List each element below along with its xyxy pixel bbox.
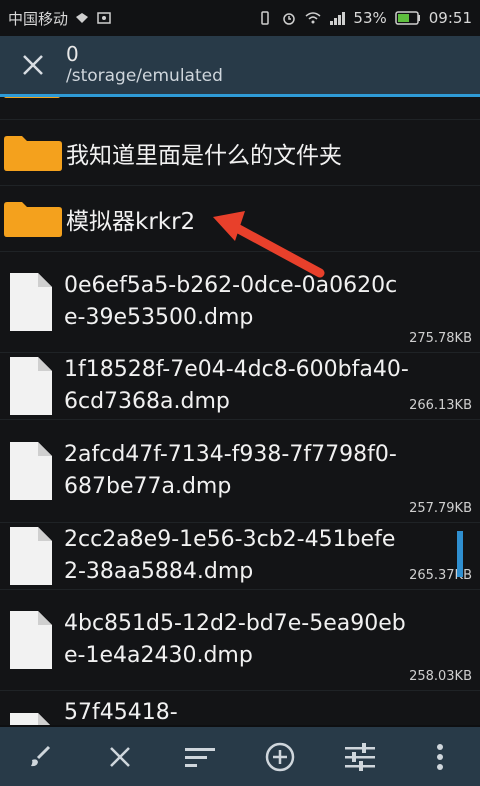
brush-button[interactable]	[10, 727, 70, 786]
folder-icon	[4, 97, 60, 98]
scrollbar-thumb[interactable]	[457, 531, 463, 577]
list-item-file[interactable]: 2afcd47f-7134-f938-7f7798f0-687be77a.dmp…	[0, 420, 480, 523]
carrier-label: 中国移动	[8, 9, 69, 28]
action-bar: 0 /storage/emulated	[0, 36, 480, 97]
file-icon	[10, 527, 52, 585]
more-vert-icon	[437, 743, 443, 770]
filter-icon	[345, 742, 375, 771]
list-item-file[interactable]: 57f45418-	[0, 691, 480, 725]
close-button[interactable]	[0, 36, 66, 94]
selection-title: 0 /storage/emulated	[66, 43, 223, 87]
wifi-small-icon	[76, 13, 89, 23]
close-icon	[110, 746, 130, 767]
status-bar: 中国移动 53% 09:51	[0, 0, 480, 36]
alarm-icon	[283, 13, 296, 25]
file-size: 266.13KB	[409, 398, 472, 413]
file-name: 57f45418-	[64, 700, 178, 725]
file-icon	[10, 611, 52, 669]
wifi-icon	[305, 12, 321, 24]
battery-icon	[395, 11, 420, 25]
add-circle-icon	[265, 742, 295, 771]
file-icon	[10, 442, 52, 500]
file-name: 2cc2a8e9-1e56-3cb2-451befe2-38aa5884.dmp	[64, 527, 396, 584]
file-list[interactable]: 我知道里面是什么的文件夹 模拟器krkr2 0e6ef5a5-b262-0dce…	[0, 97, 480, 725]
list-item-file[interactable]: 2cc2a8e9-1e56-3cb2-451befe2-38aa5884.dmp…	[0, 523, 480, 590]
sort-icon	[185, 747, 215, 767]
vibrate-icon	[261, 11, 270, 25]
folder-icon	[4, 201, 62, 237]
file-size: 258.03KB	[409, 669, 472, 684]
add-button[interactable]	[250, 727, 310, 786]
bottom-toolbar	[0, 727, 480, 786]
brush-icon	[31, 745, 51, 766]
selection-count: 0	[66, 42, 79, 66]
current-path: /storage/emulated	[66, 66, 223, 86]
battery-percent: 53%	[353, 9, 387, 27]
cancel-button[interactable]	[90, 727, 150, 786]
sort-button[interactable]	[170, 727, 230, 786]
file-name: 2afcd47f-7134-f938-7f7798f0-687be77a.dmp	[64, 442, 397, 499]
file-size: 275.78KB	[409, 331, 472, 346]
list-item-file[interactable]: 4bc851d5-12d2-bd7e-5ea90ebe-1e4a2430.dmp…	[0, 590, 480, 691]
file-icon	[10, 713, 50, 725]
list-item-partial[interactable]	[0, 97, 480, 120]
list-item-folder[interactable]: 我知道里面是什么的文件夹	[0, 120, 480, 186]
file-icon	[10, 273, 52, 331]
file-size: 257.79KB	[409, 501, 472, 516]
folder-name: 我知道里面是什么的文件夹	[66, 142, 342, 169]
folder-name: 模拟器krkr2	[66, 208, 196, 235]
file-name: 1f18528f-7e04-4dc8-600bfa40-6cd7368a.dmp	[64, 357, 409, 414]
file-name: 4bc851d5-12d2-bd7e-5ea90ebe-1e4a2430.dmp	[64, 611, 406, 668]
file-icon	[10, 357, 52, 415]
close-icon	[23, 55, 43, 75]
clock: 09:51	[428, 9, 472, 27]
list-item-file[interactable]: 1f18528f-7e04-4dc8-600bfa40-6cd7368a.dmp…	[0, 353, 480, 420]
screenshot-icon	[97, 12, 111, 24]
red-arrow-annotation	[213, 211, 325, 278]
more-button[interactable]	[410, 727, 470, 786]
folder-icon	[4, 135, 62, 171]
filter-button[interactable]	[330, 727, 390, 786]
signal-icon	[330, 12, 346, 25]
